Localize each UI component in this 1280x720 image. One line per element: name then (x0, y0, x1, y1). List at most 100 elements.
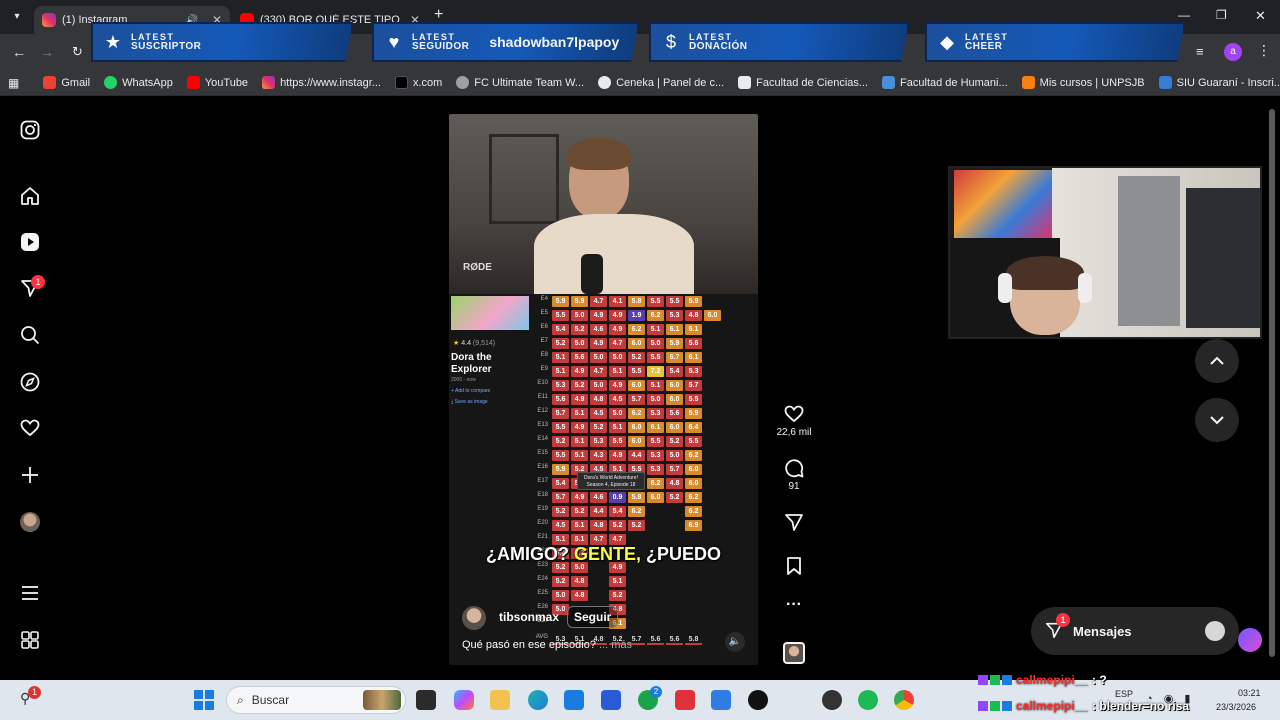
author-avatar[interactable] (462, 606, 486, 630)
profile-avatar[interactable] (18, 510, 42, 534)
start-tile (205, 701, 214, 710)
episode-row-label: E12 (537, 408, 548, 414)
rating-cell: 5.8 (628, 492, 645, 503)
reload-button[interactable]: ↻ (72, 44, 83, 60)
avg-value: 5.6 (647, 634, 664, 645)
rating-cell: 5.1 (552, 366, 569, 377)
rating-cell: 6.1 (647, 422, 664, 433)
close-window-button[interactable]: ✕ (1255, 8, 1266, 24)
bookmark-facultad-ciencias[interactable]: Facultad de Ciencias... (738, 76, 868, 89)
create-plus-icon[interactable] (18, 463, 42, 487)
instagram-logo-icon[interactable] (18, 118, 42, 142)
comment-button[interactable]: 91 (776, 458, 812, 492)
bookmark-label: x.com (412, 76, 443, 89)
explore-compass-icon[interactable] (18, 370, 42, 394)
chrome-icon[interactable] (894, 690, 914, 710)
like-button[interactable]: 22,6 mil (776, 404, 812, 438)
bookmark-whatsapp[interactable]: WhatsApp (104, 76, 173, 89)
obs-icon[interactable] (822, 690, 842, 710)
wps-office-icon[interactable] (675, 690, 695, 710)
tab-search-button[interactable]: ▾ (8, 8, 26, 26)
bookmark-siu-guarani[interactable]: SIU Guaraní - Inscri... (1158, 76, 1280, 89)
messages-badge: 1 (1056, 612, 1070, 627)
share-button[interactable] (776, 512, 812, 535)
follow-button[interactable]: Seguir (567, 606, 619, 628)
bookmark-mis-cursos[interactable]: Mis cursos | UNPSJB (1021, 76, 1145, 89)
menu-kebab-icon[interactable]: ⋮ (1257, 42, 1271, 59)
rating-cell: 5.0 (647, 394, 664, 405)
rating-cell: 5.6 (552, 394, 569, 405)
room-door (1118, 176, 1180, 326)
show-title: Dora the Explorer (451, 352, 492, 376)
scrollbar-thumb[interactable] (1269, 109, 1275, 657)
rating-cell: 6.0 (685, 478, 702, 489)
rating-cell: 5.0 (609, 408, 626, 419)
bookmark-fc-ultimate[interactable]: FC Ultimate Team W... (456, 76, 584, 89)
apps-grid-icon[interactable]: ▦ (8, 76, 19, 90)
clock-time[interactable]: 03:21 (1238, 688, 1261, 698)
back-button[interactable]: ← (12, 44, 26, 60)
headphones (1078, 273, 1092, 303)
bookmark-facultad-humanidades[interactable]: Facultad de Humani... (882, 76, 1008, 89)
home-icon[interactable] (18, 184, 42, 208)
reel-video[interactable]: RØDE ★ 4.4 (9,514) Dora the Explorer 2000… (449, 114, 758, 665)
more-menu-icon[interactable] (18, 581, 42, 605)
mute-toggle-icon[interactable]: 🔈 (725, 632, 745, 652)
rating-cell: 5.5 (647, 352, 664, 363)
mail-icon[interactable] (711, 690, 731, 710)
badge-icon (978, 701, 988, 711)
rating-cell: 4.9 (571, 366, 588, 377)
page-scrollbar[interactable] (1268, 103, 1276, 663)
rating-cell: 5.2 (552, 506, 569, 517)
banner-title: SEGUIDOR (412, 41, 470, 52)
rating-cell: 5.5 (552, 310, 569, 321)
reels-icon[interactable] (18, 230, 42, 254)
post-description[interactable]: Qué pasó en ese episodio? ... más (462, 639, 632, 651)
rating-cell: 4.7 (590, 366, 607, 377)
bookmark-label: WhatsApp (122, 76, 173, 89)
next-reel-button[interactable] (1195, 398, 1239, 442)
episode-row-label: E17 (537, 478, 548, 484)
new-tab-button[interactable]: + (434, 6, 443, 24)
more-link[interactable]: ... más (599, 639, 632, 651)
profile-avatar[interactable]: a (1224, 43, 1242, 61)
bookmark-icon (787, 557, 801, 575)
tiktok-icon[interactable] (748, 690, 768, 710)
minimize-button[interactable]: — (1178, 8, 1190, 22)
file-explorer-icon[interactable] (490, 690, 510, 710)
maximize-button[interactable]: ❐ (1216, 8, 1227, 22)
copilot-icon[interactable] (454, 690, 474, 710)
microsoft-store-icon[interactable] (564, 690, 584, 710)
shelf-decoration (489, 134, 559, 224)
pen-app-icon[interactable] (601, 690, 621, 710)
comment-bubble-icon (785, 459, 804, 478)
forward-button[interactable]: → (40, 44, 54, 60)
rating-cell: 5.5 (552, 422, 569, 433)
accessibility-widget-icon[interactable] (1238, 628, 1262, 652)
badge-icon (1002, 675, 1012, 685)
rating-cell: 6.9 (685, 520, 702, 531)
rating-cell: 6.2 (647, 310, 664, 321)
bookmark-youtube[interactable]: YouTube (186, 76, 248, 89)
spotify-icon[interactable] (858, 690, 878, 710)
more-options-button[interactable]: ··· (776, 596, 812, 614)
author-username[interactable]: tibsonmax (499, 610, 559, 624)
search-icon[interactable] (18, 323, 42, 347)
also-from-meta-icon[interactable] (18, 628, 42, 652)
taskbar-search[interactable]: ⌕ Buscar (226, 686, 406, 714)
task-view-icon[interactable] (416, 690, 436, 710)
audio-thumbnail[interactable] (783, 642, 805, 664)
bookmark-instagram[interactable]: https://www.instagr... (262, 76, 381, 89)
messages-button[interactable]: 1 Mensajes (1031, 607, 1239, 655)
bookmark-gmail[interactable]: Gmail (43, 76, 90, 89)
edge-browser-icon[interactable] (528, 690, 548, 710)
media-control-icon[interactable]: ≡ (1196, 44, 1204, 59)
save-button[interactable] (776, 556, 812, 579)
previous-reel-button[interactable] (1195, 339, 1239, 383)
rating-cell: 5.0 (571, 310, 588, 321)
bookmark-x[interactable]: x.com (394, 76, 443, 89)
bookmark-ceneka[interactable]: Ceneka | Panel de c... (598, 76, 724, 89)
notifications-heart-icon[interactable] (18, 416, 42, 440)
rating-cell: 6.0 (628, 380, 645, 391)
windows-start-icon[interactable] (194, 690, 214, 710)
